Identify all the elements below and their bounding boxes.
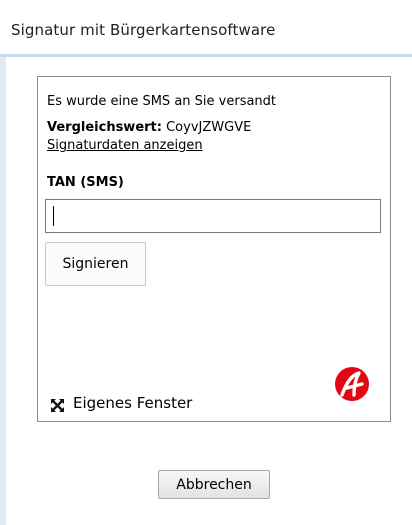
compare-value-label: Vergleichswert: [47, 120, 162, 135]
a-trust-logo [334, 366, 370, 402]
sign-button[interactable]: Signieren [45, 242, 146, 286]
header-separator [0, 54, 412, 57]
dialog-header: Signatur mit Bürgerkartensoftware [0, 0, 412, 54]
compare-value-row: Vergleichswert: CoyvJZWGVE [47, 120, 251, 135]
dialog-title: Signatur mit Bürgerkartensoftware [11, 21, 276, 39]
tan-label: TAN (SMS) [47, 175, 124, 190]
own-window-label: Eigenes Fenster [73, 394, 193, 412]
text-cursor [53, 206, 54, 226]
own-window-toggle[interactable]: Eigenes Fenster [50, 394, 193, 413]
left-accent-bar [0, 57, 6, 525]
compare-value: CoyvJZWGVE [166, 120, 252, 135]
tan-input[interactable] [45, 199, 381, 233]
cancel-button[interactable]: Abbrechen [158, 470, 270, 499]
expand-icon [50, 397, 65, 413]
signature-frame: Es wurde eine SMS an Sie versandt Vergle… [37, 76, 391, 422]
sms-sent-message: Es wurde eine SMS an Sie versandt [47, 94, 277, 109]
show-signature-data-link[interactable]: Signaturdaten anzeigen [47, 138, 203, 153]
